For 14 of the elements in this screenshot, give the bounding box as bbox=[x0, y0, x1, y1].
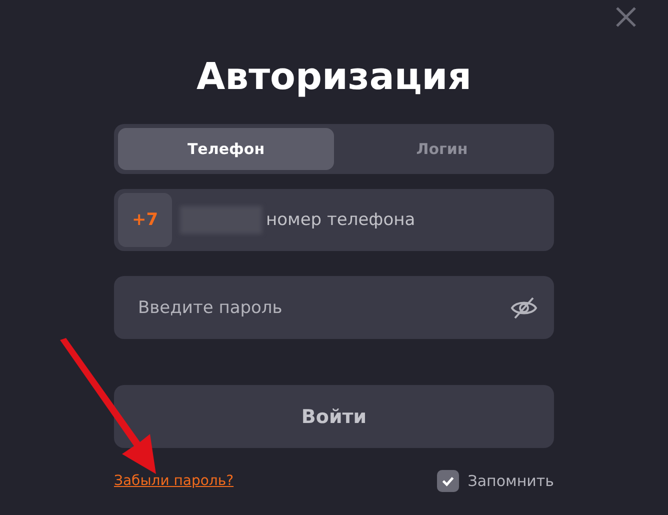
checkbox[interactable] bbox=[436, 470, 459, 492]
phone-input[interactable]: номер телефона bbox=[264, 209, 550, 231]
close-icon[interactable] bbox=[615, 6, 637, 28]
login-button[interactable]: Войти bbox=[114, 385, 554, 448]
forgot-password-link[interactable]: Забыли пароль? bbox=[114, 473, 234, 489]
password-field[interactable]: Введите пароль bbox=[114, 276, 554, 339]
tab[interactable]: Логин bbox=[334, 128, 550, 170]
password-input[interactable]: Введите пароль bbox=[136, 296, 510, 318]
tab[interactable]: Телефон bbox=[118, 128, 334, 170]
dialog-title: Авторизация bbox=[196, 54, 472, 100]
hidden-eye-icon[interactable] bbox=[510, 296, 538, 320]
remember-label: Запомнить bbox=[468, 472, 554, 490]
country-code: +7 bbox=[118, 193, 172, 247]
phone-field[interactable]: +7 номер телефона bbox=[114, 189, 554, 251]
